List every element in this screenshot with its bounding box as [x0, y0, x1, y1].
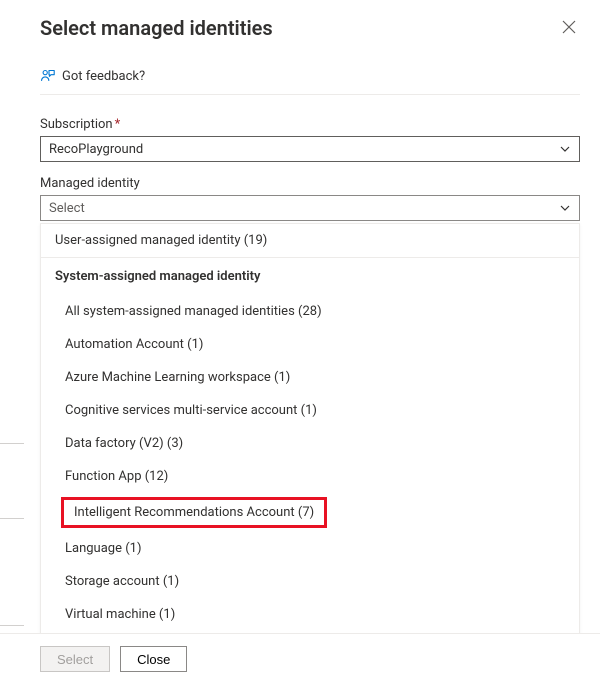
footer: Select Close	[0, 633, 600, 684]
dropdown-option-user-assigned[interactable]: User-assigned managed identity (19)	[41, 224, 579, 258]
managed-identity-label: Managed identity	[40, 176, 580, 191]
dropdown-option[interactable]: Cognitive services multi-service account…	[41, 394, 579, 427]
subscription-select[interactable]: RecoPlayground	[40, 136, 580, 162]
subscription-label: Subscription*	[40, 117, 580, 132]
dropdown-header-system-assigned: System-assigned managed identity	[41, 258, 579, 295]
managed-identity-select[interactable]: Select	[40, 195, 580, 221]
feedback-link[interactable]: Got feedback?	[40, 68, 580, 95]
dropdown-option[interactable]: Storage account (1)	[41, 565, 579, 598]
feedback-icon	[40, 68, 56, 84]
dropdown-option[interactable]: All system-assigned managed identities (…	[41, 295, 579, 328]
managed-identity-dropdown: User-assigned managed identity (19) Syst…	[40, 223, 580, 640]
subscription-value: RecoPlayground	[49, 142, 143, 157]
dropdown-option[interactable]: Virtual machine (1)	[41, 598, 579, 631]
chevron-down-icon	[559, 202, 571, 214]
managed-identity-placeholder: Select	[49, 201, 85, 216]
chevron-down-icon	[559, 143, 571, 155]
close-icon	[562, 20, 576, 34]
dropdown-option[interactable]: Function App (12)	[41, 460, 579, 493]
panel-title: Select managed identities	[40, 16, 273, 40]
dropdown-option[interactable]: Azure Machine Learning workspace (1)	[41, 361, 579, 394]
select-button: Select	[40, 646, 110, 672]
close-panel-button[interactable]	[558, 16, 580, 42]
dropdown-option[interactable]: Automation Account (1)	[41, 328, 579, 361]
feedback-text: Got feedback?	[62, 69, 145, 84]
dropdown-option-highlighted[interactable]: Intelligent Recommendations Account (7)	[41, 493, 579, 532]
dropdown-option[interactable]: Data factory (V2) (3)	[41, 427, 579, 460]
dropdown-option[interactable]: Language (1)	[41, 532, 579, 565]
close-button[interactable]: Close	[120, 646, 187, 672]
